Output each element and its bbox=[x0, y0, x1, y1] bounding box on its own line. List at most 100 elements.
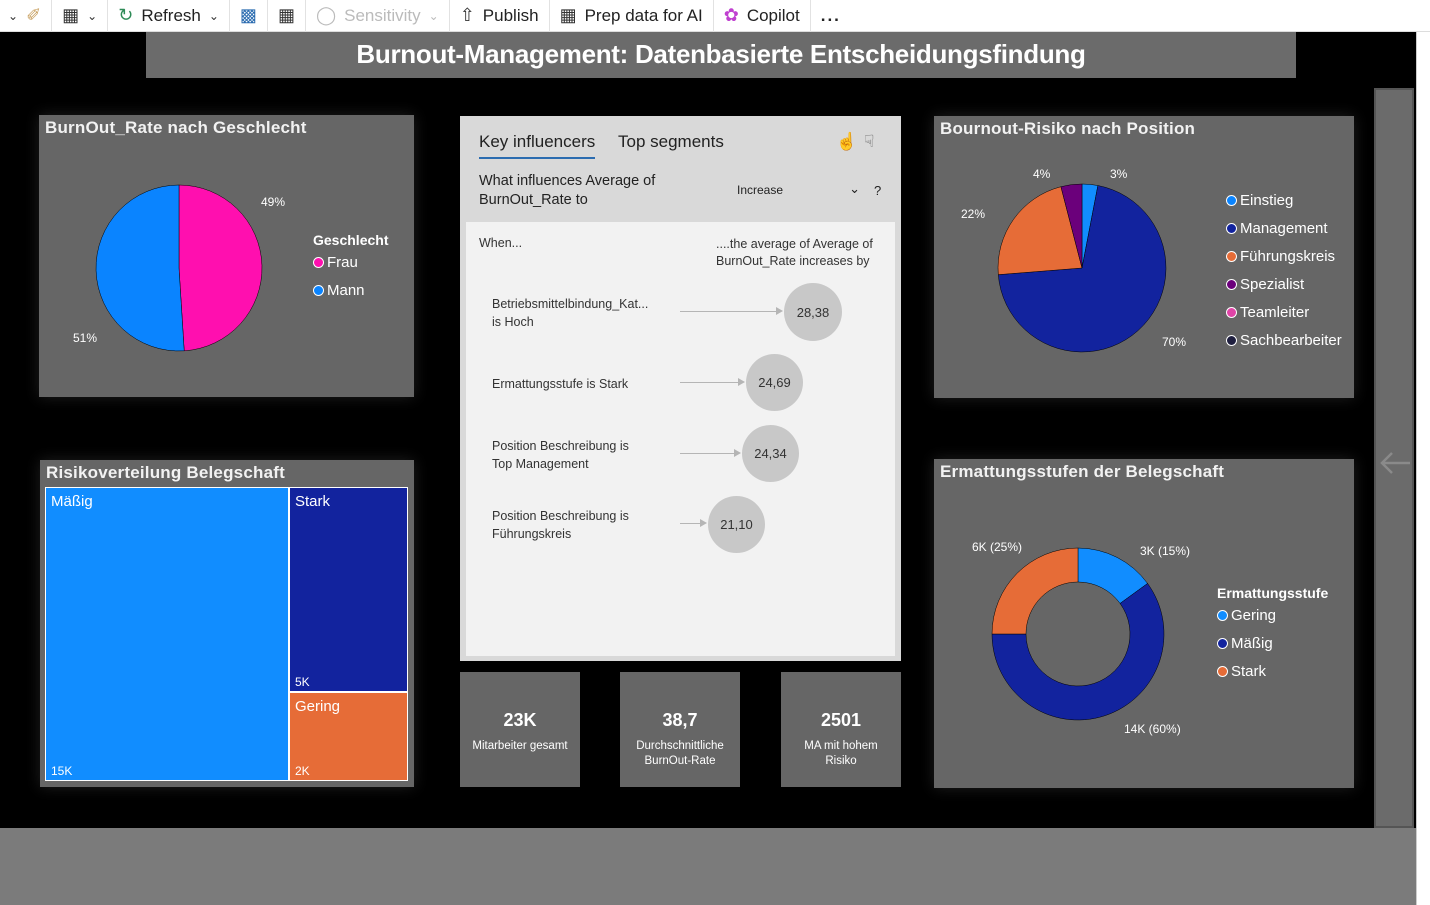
ki-result-header: ....the average of Average of BurnOut_Ra… bbox=[716, 236, 873, 270]
prep-data-ai-label: Prep data for AI bbox=[584, 5, 703, 25]
treemap-cell-value: 5K bbox=[295, 675, 310, 689]
position-pie-panel[interactable]: Bournout-Risiko nach Position 4% 3% 22% … bbox=[934, 116, 1354, 398]
tab-key-influencers[interactable]: Key influencers bbox=[479, 132, 596, 159]
ki-bubble[interactable]: 24,69 bbox=[746, 354, 803, 411]
table-icon: ▦ bbox=[62, 5, 80, 25]
sensitivity-button[interactable]: ◯ Sensitivity ⌄ bbox=[306, 0, 450, 32]
new-visual-button[interactable]: ▩ bbox=[230, 0, 268, 32]
more-options-button[interactable]: ... bbox=[811, 0, 851, 32]
legend-item-teamleiter[interactable]: Teamleiter bbox=[1226, 298, 1342, 326]
fatigue-donut-panel[interactable]: Ermattungsstufen der Belegschaft 6K (25%… bbox=[934, 459, 1354, 788]
table-view-button[interactable]: ▦ ⌄ bbox=[52, 0, 109, 32]
ki-row-line: Position Beschreibung is bbox=[492, 439, 629, 453]
treemap-cell-maessig[interactable]: Mäßig 15K bbox=[45, 487, 289, 781]
risk-treemap-panel[interactable]: Risikoverteilung Belegschaft Mäßig 15K S… bbox=[40, 460, 414, 787]
chevron-down-icon: ⌄ bbox=[849, 181, 860, 196]
chevron-down-icon: ⌄ bbox=[208, 8, 219, 23]
prep-data-ai-button[interactable]: ▦ Prep data for AI bbox=[550, 0, 714, 32]
ki-row-label[interactable]: Position Beschreibung is Führungskreis bbox=[492, 507, 629, 543]
treemap-cell-label: Mäßig bbox=[51, 493, 93, 510]
treemap-cell-stark[interactable]: Stark 5K bbox=[289, 487, 408, 692]
ki-row-line: Führungskreis bbox=[492, 527, 572, 541]
legend-item-gering[interactable]: Gering bbox=[1217, 601, 1328, 629]
legend-label: Stark bbox=[1231, 662, 1267, 680]
position-chart-title: Bournout-Risiko nach Position bbox=[940, 119, 1196, 138]
publish-button[interactable]: ⇧ Publish bbox=[450, 0, 550, 32]
chevron-down-icon: ⌄ bbox=[428, 8, 439, 23]
paint-brush-icon: ✐ bbox=[26, 5, 42, 25]
side-pane-collapsed[interactable] bbox=[1374, 88, 1414, 828]
kpi-label-line: Durchschnittliche bbox=[636, 740, 724, 752]
pie-label-spezialist: 4% bbox=[1033, 167, 1051, 181]
gender-pie-panel[interactable]: BurnOut_Rate nach Geschlecht 49% 51% Ges… bbox=[39, 115, 414, 397]
pie-label-management: 70% bbox=[1162, 335, 1187, 349]
kpi-card-avg-burnout[interactable]: 38,7 Durchschnittliche BurnOut-Rate bbox=[620, 672, 740, 787]
fatigue-chart-title: Ermattungsstufen der Belegschaft bbox=[940, 462, 1225, 481]
fatigue-donut-chart[interactable] bbox=[991, 547, 1165, 721]
help-icon[interactable]: ? bbox=[874, 183, 881, 198]
publish-label: Publish bbox=[482, 5, 539, 25]
legend-item-management[interactable]: Management bbox=[1226, 214, 1342, 242]
legend-item-sachbearbeiter[interactable]: Sachbearbeiter bbox=[1226, 326, 1342, 354]
tab-top-segments[interactable]: Top segments bbox=[618, 132, 724, 152]
kpi-card-high-risk[interactable]: 2501 MA mit hohem Risiko bbox=[781, 672, 901, 787]
thumbs-down-icon[interactable]: ☟ bbox=[864, 132, 874, 152]
shield-icon: ◯ bbox=[315, 5, 337, 25]
calculator-icon: ▦ bbox=[277, 5, 295, 25]
legend-label: Einstieg bbox=[1240, 191, 1294, 209]
legend-item-spezialist[interactable]: Spezialist bbox=[1226, 270, 1342, 298]
ki-row-label[interactable]: Betriebsmittelbindung_Kat... is Hoch bbox=[492, 295, 648, 331]
pie-label-einstieg: 3% bbox=[1110, 167, 1128, 181]
refresh-button[interactable]: ↻ Refresh ⌄ bbox=[108, 0, 230, 32]
increase-dropdown[interactable]: Increase ⌄ bbox=[730, 178, 866, 202]
format-painter-button[interactable]: ⌄ ✐ bbox=[0, 0, 53, 32]
ki-row-line: Top Management bbox=[492, 457, 589, 471]
pie-slice-frau[interactable] bbox=[178, 184, 263, 352]
legend-dot-icon bbox=[1217, 609, 1228, 621]
ki-row-label[interactable]: Ermattungsstufe is Stark bbox=[492, 375, 628, 393]
ki-connector bbox=[680, 523, 702, 524]
treemap-cell-gering[interactable]: Gering 2K bbox=[289, 692, 408, 781]
legend-item-einstieg[interactable]: Einstieg bbox=[1226, 186, 1342, 214]
ki-question-line: BurnOut_Rate to bbox=[479, 192, 588, 208]
ki-bubble[interactable]: 21,10 bbox=[708, 496, 765, 553]
ki-bubble[interactable]: 24,34 bbox=[742, 425, 799, 482]
arrow-left-icon bbox=[1380, 452, 1410, 474]
legend-label: Mann bbox=[327, 281, 365, 299]
treemap-cell-label: Stark bbox=[295, 493, 331, 510]
legend-item-stark[interactable]: Stark bbox=[1217, 657, 1328, 685]
treemap-title: Risikoverteilung Belegschaft bbox=[46, 463, 285, 482]
calculator-button[interactable]: ▦ bbox=[268, 0, 306, 32]
refresh-icon: ↻ bbox=[118, 5, 134, 25]
legend-item-fuehrungskreis[interactable]: Führungskreis bbox=[1226, 242, 1342, 270]
legend-item-mann[interactable]: Mann bbox=[313, 276, 388, 304]
dropdown-value: Increase bbox=[737, 183, 784, 197]
pie-slice-mann[interactable] bbox=[95, 184, 185, 352]
legend-item-frau[interactable]: Frau bbox=[313, 248, 388, 276]
right-pane-edge bbox=[1416, 32, 1430, 905]
ki-connector bbox=[680, 382, 740, 383]
fatigue-legend: Ermattungsstufe Gering Mäßig Stark bbox=[1217, 585, 1328, 685]
more-icon: ... bbox=[820, 5, 841, 25]
position-pie-chart[interactable] bbox=[996, 182, 1168, 354]
ki-connector bbox=[680, 453, 736, 454]
copilot-button[interactable]: ✿ Copilot bbox=[714, 0, 811, 32]
gender-pie-chart[interactable] bbox=[94, 183, 264, 353]
ki-row-label[interactable]: Position Beschreibung is Top Management bbox=[492, 437, 629, 473]
donut-slice-stark[interactable] bbox=[991, 547, 1079, 635]
position-legend: Einstieg Management Führungskreis Spezia… bbox=[1226, 186, 1342, 354]
legend-label: Gering bbox=[1231, 606, 1277, 624]
kpi-value: 2501 bbox=[820, 710, 862, 730]
kpi-label: Durchschnittliche BurnOut-Rate bbox=[620, 739, 740, 769]
kpi-card-total[interactable]: 23K Mitarbeiter gesamt bbox=[460, 672, 580, 787]
ki-bubble[interactable]: 28,38 bbox=[784, 283, 842, 341]
arrow-right-icon bbox=[776, 307, 783, 315]
thumbs-up-icon[interactable]: ☝ bbox=[836, 132, 857, 152]
ki-row-line: is Hoch bbox=[492, 315, 534, 329]
copilot-label: Copilot bbox=[746, 5, 800, 25]
ki-row-line: Position Beschreibung is bbox=[492, 509, 629, 523]
legend-dot-icon bbox=[313, 256, 324, 268]
ki-connector bbox=[680, 311, 778, 312]
legend-item-maessig[interactable]: Mäßig bbox=[1217, 629, 1328, 657]
legend-label: Mäßig bbox=[1231, 634, 1273, 652]
